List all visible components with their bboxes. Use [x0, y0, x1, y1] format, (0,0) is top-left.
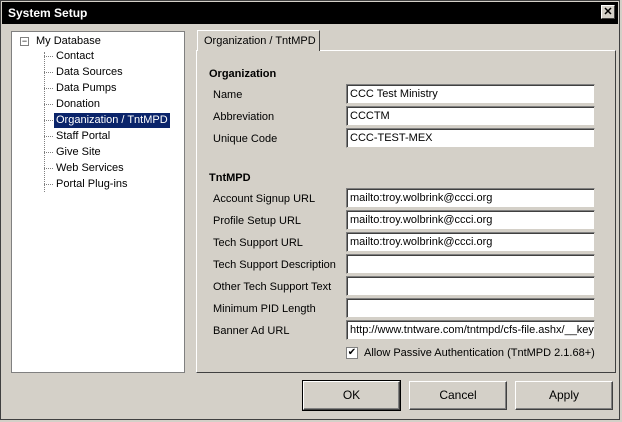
tree-connector: [44, 136, 53, 137]
tech-support-description-field[interactable]: [346, 254, 595, 274]
tree-connector: [44, 52, 45, 192]
allow-passive-authentication-checkbox[interactable]: ✔: [346, 347, 358, 359]
tree-connector: [44, 104, 53, 105]
tree-item-label: Data Pumps: [56, 82, 117, 94]
close-icon[interactable]: ✕: [601, 5, 615, 19]
minimum-pid-length-field[interactable]: [346, 298, 595, 318]
tree-item-label: Contact: [56, 50, 94, 62]
profile-setup-url-field[interactable]: mailto:troy.wolbrink@ccci.org: [346, 210, 595, 230]
tree-connector: [44, 168, 53, 169]
tree-item-label: Portal Plug-ins: [56, 178, 128, 190]
allow-passive-authentication-label[interactable]: Allow Passive Authentication (TntMPD 2.1…: [364, 347, 595, 359]
settings-tree[interactable]: − My Database Contact Data Sources Data …: [11, 31, 185, 373]
tree-item-label: Donation: [56, 98, 101, 110]
tree-item-label: Staff Portal: [56, 130, 111, 142]
tree-root-label: My Database: [36, 35, 101, 47]
banner-ad-url-field[interactable]: http://www.tntware.com/tntmpd/cfs-file.a…: [346, 320, 595, 340]
tree-connector: [44, 120, 53, 121]
unique-code-label: Unique Code: [213, 133, 278, 145]
name-field[interactable]: CCC Test Ministry: [346, 84, 595, 104]
window-title: System Setup: [8, 6, 88, 20]
tech-support-description-label: Tech Support Description: [213, 259, 336, 271]
tree-connector: [44, 152, 53, 153]
tech-support-url-label: Tech Support URL: [213, 237, 303, 249]
tree-connector: [44, 184, 53, 185]
minimum-pid-length-label: Minimum PID Length: [213, 303, 316, 315]
abbreviation-field[interactable]: CCCTM: [346, 106, 595, 126]
name-label: Name: [213, 89, 243, 101]
profile-setup-url-label: Profile Setup URL: [213, 215, 302, 227]
collapse-icon[interactable]: −: [20, 37, 29, 46]
other-tech-support-text-label: Other Tech Support Text: [213, 281, 332, 293]
tab-organization-tntmpd[interactable]: Organization / TntMPD: [197, 30, 320, 51]
apply-button[interactable]: Apply: [515, 381, 613, 410]
other-tech-support-text-field[interactable]: [346, 276, 595, 296]
account-signup-url-label: Account Signup URL: [213, 193, 316, 205]
tab-label: Organization / TntMPD: [204, 35, 316, 47]
tree-item-label: Give Site: [56, 146, 101, 158]
organization-section-title: Organization: [209, 68, 277, 80]
tntmpd-section-title: TntMPD: [209, 172, 251, 184]
unique-code-field[interactable]: CCC-TEST-MEX: [346, 128, 595, 148]
tree-item-label: Web Services: [56, 162, 124, 174]
cancel-button[interactable]: Cancel: [409, 381, 507, 410]
abbreviation-label: Abbreviation: [213, 111, 275, 123]
banner-ad-url-label: Banner Ad URL: [213, 325, 290, 337]
tech-support-url-field[interactable]: mailto:troy.wolbrink@ccci.org: [346, 232, 595, 252]
title-bar[interactable]: System Setup ✕: [2, 2, 618, 24]
tree-item-label: Organization / TntMPD: [54, 113, 170, 128]
ok-button[interactable]: OK: [302, 380, 401, 411]
system-setup-window: System Setup ✕ − My Database Contact Dat…: [0, 0, 620, 420]
tree-connector: [44, 56, 53, 57]
tree-item-label: Data Sources: [56, 66, 123, 78]
tree-connector: [44, 72, 53, 73]
tree-connector: [44, 88, 53, 89]
account-signup-url-field[interactable]: mailto:troy.wolbrink@ccci.org: [346, 188, 595, 208]
